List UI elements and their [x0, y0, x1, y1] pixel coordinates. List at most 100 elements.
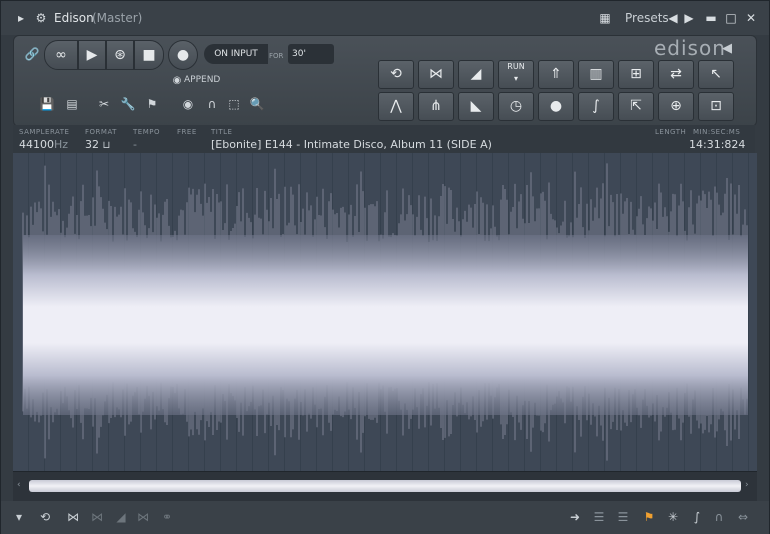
tool-tune[interactable]: ⋀ — [378, 92, 414, 121]
window-subtitle: (Master) — [92, 11, 143, 25]
samplerate-value: 44100Hz — [19, 138, 69, 151]
play-button[interactable]: ▶ — [78, 40, 106, 70]
magnet-icon[interactable]: ∩ — [204, 96, 220, 112]
tool-spectrum[interactable]: ▥ — [578, 60, 614, 89]
close-icon[interactable]: ✕ — [743, 10, 759, 26]
scissors-icon[interactable]: ✂ — [96, 96, 112, 112]
tool-brush[interactable]: ∫ — [578, 92, 614, 121]
arrow-right-icon[interactable]: ➜ — [567, 509, 583, 525]
marker-icon[interactable]: ⚑ — [641, 509, 657, 525]
window-title: Edison — [54, 11, 94, 25]
clock-icon: ◷ — [509, 98, 523, 114]
loop-export-icon: ⊡ — [710, 98, 722, 114]
minsecms-label: MIN:SEC:MS — [693, 128, 741, 136]
tempo-label: TEMPO — [133, 128, 160, 136]
tool-fade-in[interactable]: ◢ — [458, 60, 494, 89]
next-preset-icon[interactable]: ▶ — [681, 10, 697, 26]
tool-normalize[interactable]: ⋈ — [418, 60, 454, 89]
scroll-left-icon[interactable]: ‹ — [17, 480, 21, 490]
waveform-area[interactable] — [13, 153, 757, 471]
waveform-svg — [22, 163, 748, 461]
tool-select-cursor[interactable]: ↖ — [698, 60, 734, 89]
title-label: TITLE — [211, 128, 233, 136]
format-icon: ⊔ — [102, 140, 111, 151]
tool-loop-export[interactable]: ⊡ — [698, 92, 734, 121]
on-input-select[interactable]: ON INPUT — [204, 44, 268, 64]
edison-window: ▸ ⚙ Edison (Master) ▦ Presets ◀ ▶ ▬ □ ✕ … — [0, 0, 770, 534]
format-value[interactable]: 32 ⊔ — [85, 138, 110, 151]
tool-marker-edit[interactable]: ⇱ — [618, 92, 654, 121]
maximize-icon[interactable]: □ — [723, 10, 739, 26]
run-icon: ▾ — [513, 74, 518, 83]
edison-logo: edison — [654, 36, 726, 60]
tool-add-marker[interactable]: ⊞ — [618, 60, 654, 89]
brush-icon: ∫ — [592, 98, 600, 114]
tool-run[interactable]: RUN ▾ — [498, 60, 534, 89]
overview-scrollbar[interactable]: ‹ › — [13, 471, 757, 502]
waveform-body — [23, 235, 748, 415]
trim-icon: ⋈ — [91, 510, 103, 524]
marker-edit-icon: ⇱ — [630, 98, 642, 114]
title-value[interactable]: [Ebonite] E144 - Intimate Disco, Album 1… — [211, 138, 492, 151]
align-right-icon[interactable]: ☰ — [615, 509, 631, 525]
free-label: FREE — [177, 128, 197, 136]
title-bar: ▸ ⚙ Edison (Master) ▦ Presets ◀ ▶ ▬ □ ✕ — [1, 1, 769, 35]
refresh-icon[interactable]: ⟲ — [37, 509, 53, 525]
fade-icon: ◢ — [116, 510, 126, 524]
for-label: FOR — [269, 52, 284, 60]
curve-icon[interactable]: ∫ — [689, 509, 705, 525]
tool-declick[interactable]: ⋔ — [418, 92, 454, 121]
scroll-right-icon[interactable]: › — [745, 480, 749, 490]
length-value: 14:31:824 — [689, 138, 746, 151]
stretch-icon[interactable]: ⇔ — [735, 509, 751, 525]
append-radio-icon[interactable]: ◉ — [169, 73, 185, 89]
fade-out-icon: ◣ — [470, 98, 482, 114]
magnet-icon[interactable]: ∩ — [711, 509, 727, 525]
for-duration-field[interactable]: 30' — [288, 44, 334, 64]
info-bar: SAMPLERATE 44100Hz FORMAT 32 ⊔ TEMPO - F… — [13, 125, 755, 153]
marker-add-icon: ⊞ — [630, 66, 642, 82]
flag-icon[interactable]: ⚑ — [144, 96, 160, 112]
stop-button[interactable]: ■ — [134, 40, 164, 70]
selection-icon[interactable]: ⬚ — [226, 96, 242, 112]
file-icon[interactable]: ▤ — [64, 96, 80, 112]
tool-save-add[interactable]: ⊕ — [658, 92, 694, 121]
overview-thumb[interactable] — [29, 480, 741, 492]
zoom-icon[interactable]: 🔍 — [249, 96, 265, 112]
length-label: LENGTH — [655, 128, 687, 136]
tempo-value[interactable]: - — [133, 138, 137, 151]
save-icon[interactable]: 💾 — [39, 96, 55, 112]
tool-drop[interactable]: ● — [538, 92, 574, 121]
link-icon[interactable]: 🔗 — [24, 46, 40, 62]
prev-preset-icon[interactable]: ◀ — [665, 10, 681, 26]
normalize-icon[interactable]: ⋈ — [65, 509, 81, 525]
tool-clock[interactable]: ◷ — [498, 92, 534, 121]
fade-in-icon: ◢ — [470, 66, 482, 82]
collapse-arrow-icon[interactable]: ▸ — [13, 10, 29, 26]
wrench-icon[interactable]: 🔧 — [120, 96, 136, 112]
tool-rocket[interactable]: ⇑ — [538, 60, 574, 89]
tool-fade-out[interactable]: ◣ — [458, 92, 494, 121]
tool-swap[interactable]: ⇄ — [658, 60, 694, 89]
run-label: RUN — [507, 62, 525, 71]
grid-icon[interactable]: ▦ — [597, 10, 613, 26]
format-label: FORMAT — [85, 128, 117, 136]
align-icon[interactable]: ☰ — [591, 509, 607, 525]
spectrum-icon: ▥ — [589, 66, 603, 82]
reel-button[interactable]: ⊛ — [106, 40, 134, 70]
save-add-icon: ⊕ — [670, 98, 682, 114]
append-label: APPEND — [184, 75, 221, 85]
minimize-icon[interactable]: ▬ — [703, 10, 719, 26]
loop-button[interactable]: ∞ — [44, 40, 78, 70]
refresh-icon: ⟲ — [390, 66, 402, 82]
speaker-icon[interactable]: ◀ — [719, 41, 735, 57]
rocket-icon: ⇑ — [550, 66, 562, 82]
presets-label[interactable]: Presets — [625, 1, 669, 35]
record-button[interactable]: ● — [168, 40, 198, 70]
eye-icon[interactable]: ◉ — [180, 96, 196, 112]
menu-down-icon[interactable]: ▾ — [11, 509, 27, 525]
gear-icon[interactable]: ⚙ — [33, 10, 49, 26]
snowflake-icon[interactable]: ✳ — [665, 509, 681, 525]
tune-icon: ⋀ — [390, 98, 402, 114]
tool-refresh[interactable]: ⟲ — [378, 60, 414, 89]
